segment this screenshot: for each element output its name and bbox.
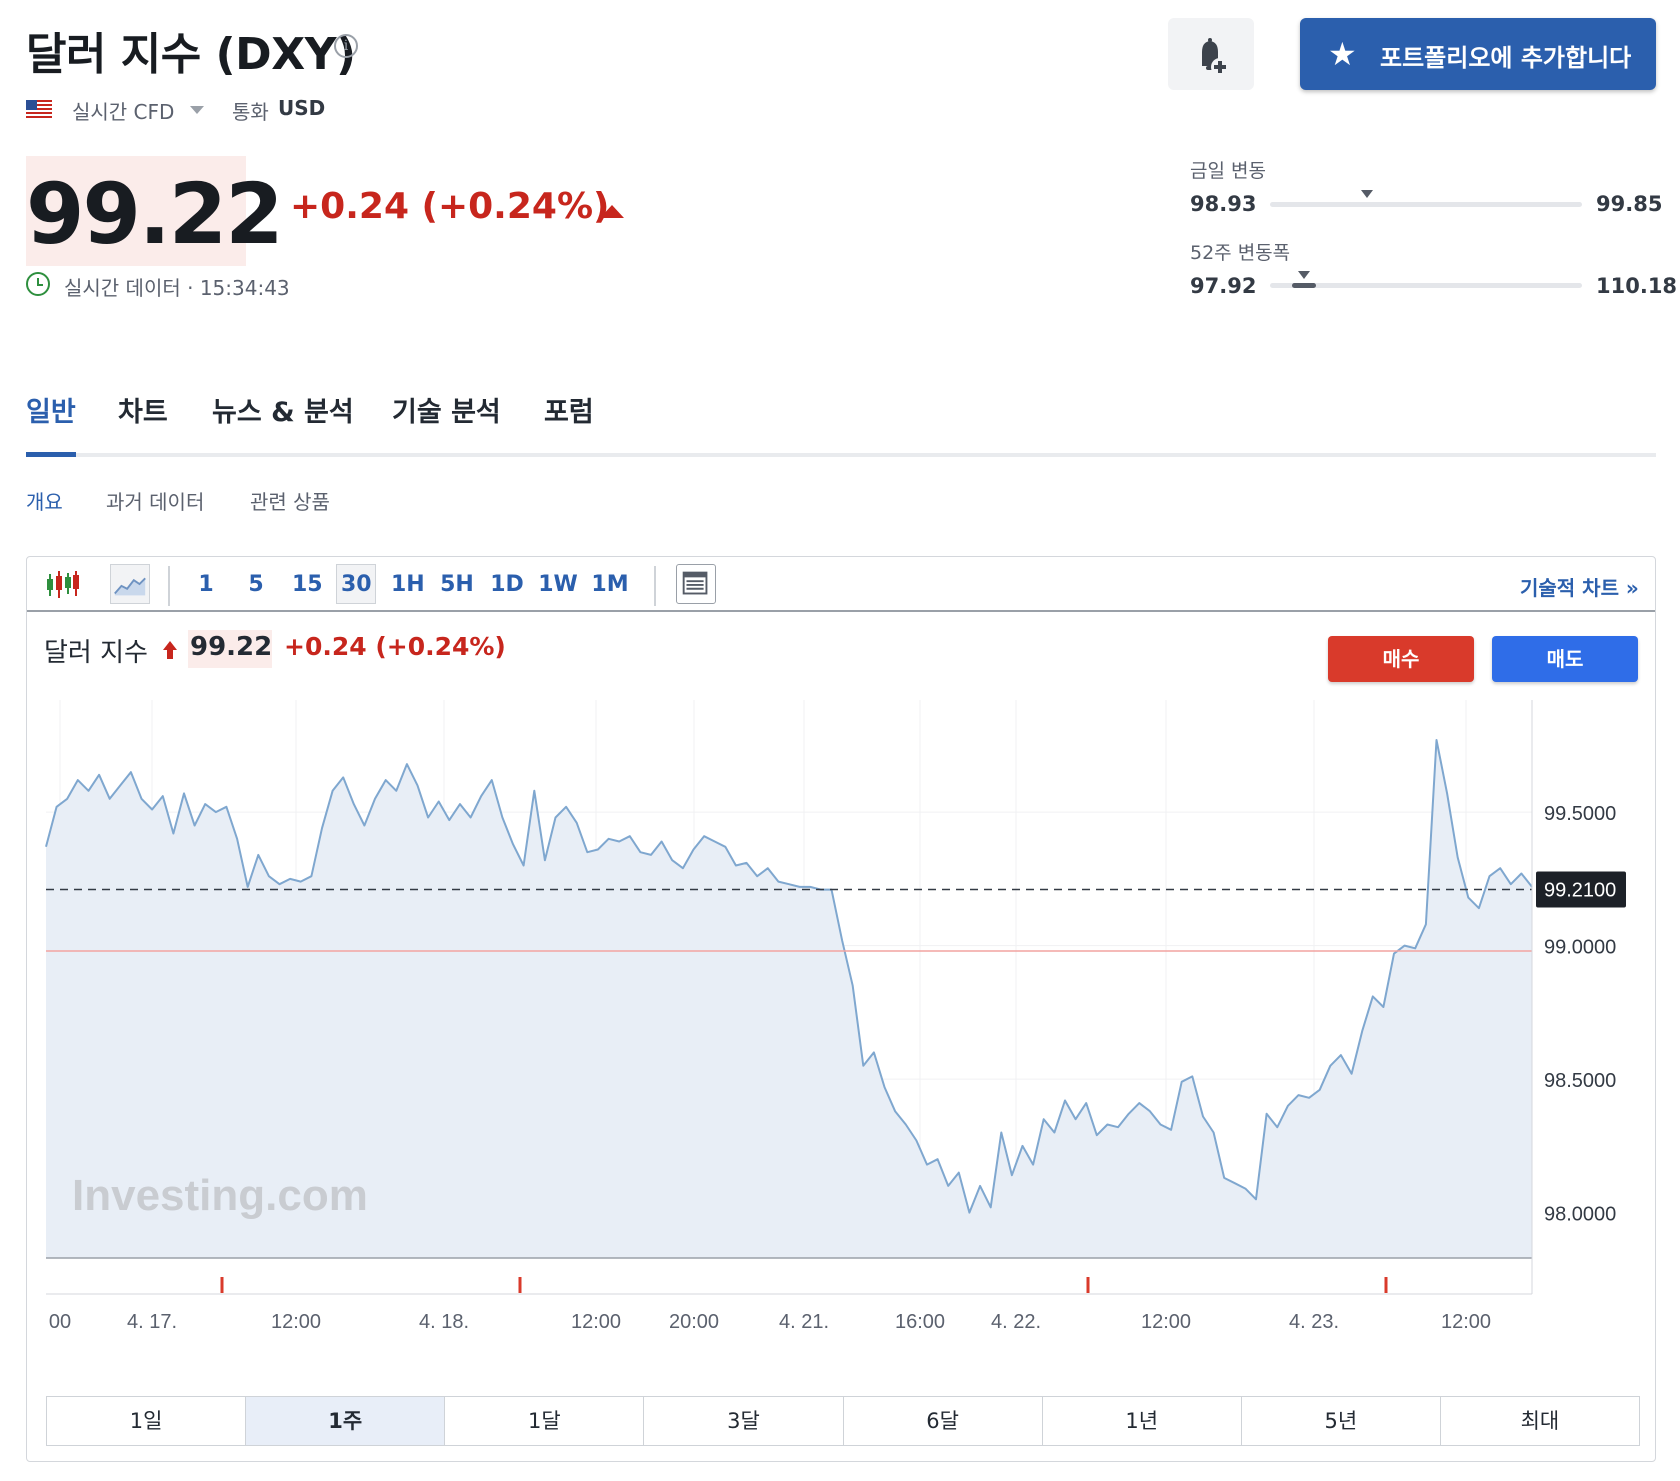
active-tab-indicator xyxy=(26,452,76,457)
toolbar-divider xyxy=(168,566,170,606)
week52-range-marker xyxy=(1298,271,1311,279)
tab-general[interactable]: 일반 xyxy=(26,390,76,429)
period-max[interactable]: 최대 xyxy=(1441,1397,1639,1445)
week52-range-fill xyxy=(1292,283,1317,288)
tab-forum[interactable]: 포럼 xyxy=(544,390,594,429)
tab-news-analysis[interactable]: 뉴스 & 분석 xyxy=(212,390,354,429)
period-selector: 1일 1주 1달 3달 6달 1년 5년 최대 xyxy=(46,1396,1640,1446)
tab-technical-analysis[interactable]: 기술 분석 xyxy=(392,390,501,429)
period-3-months[interactable]: 3달 xyxy=(644,1397,844,1445)
info-icon[interactable]: i xyxy=(334,34,358,58)
clock-icon xyxy=(26,272,50,296)
us-flag-icon xyxy=(26,100,52,118)
subtab-historical-data[interactable]: 과거 데이터 xyxy=(106,486,204,515)
arrow-up-icon xyxy=(163,641,177,659)
tab-chart[interactable]: 차트 xyxy=(118,390,168,429)
sell-button[interactable]: 매도 xyxy=(1492,636,1638,682)
chevron-down-icon[interactable] xyxy=(190,106,204,114)
day-range-high: 99.85 xyxy=(1596,192,1663,216)
day-range-label: 금일 변동 xyxy=(1190,160,1266,182)
period-1-month[interactable]: 1달 xyxy=(445,1397,645,1445)
chart-instrument-name: 달러 지수 xyxy=(44,638,148,668)
timeframe-1d[interactable]: 1D xyxy=(490,572,524,597)
arrow-up-icon xyxy=(600,205,624,218)
timeframe-1h[interactable]: 1H xyxy=(391,572,425,597)
candlestick-icon[interactable] xyxy=(46,568,80,602)
table-layout-icon xyxy=(682,571,708,595)
chart-price: 99.22 xyxy=(190,632,273,662)
price-change: +0.24 (+0.24%) xyxy=(290,186,610,227)
page-title: 달러 지수 (DXY) xyxy=(26,29,356,80)
chart-widget xyxy=(26,556,1656,1462)
period-1-year[interactable]: 1년 xyxy=(1043,1397,1242,1445)
period-1-week[interactable]: 1주 xyxy=(246,1397,446,1445)
timeframe-5[interactable]: 5 xyxy=(246,572,266,597)
timeframe-1w[interactable]: 1W xyxy=(538,572,578,597)
subtab-related-products[interactable]: 관련 상품 xyxy=(250,486,330,515)
period-6-months[interactable]: 6달 xyxy=(844,1397,1043,1445)
period-1-day[interactable]: 1일 xyxy=(47,1397,247,1445)
timeframe-1[interactable]: 1 xyxy=(196,572,216,597)
week52-range-bar xyxy=(1270,283,1582,288)
realtime-timestamp: 실시간 데이터 · 15:34:43 xyxy=(64,276,290,300)
realtime-cfd-selector[interactable]: 실시간 CFD xyxy=(72,96,174,125)
tabs-divider xyxy=(26,453,1656,457)
day-range-low: 98.93 xyxy=(1190,192,1257,216)
buy-button[interactable]: 매수 xyxy=(1328,636,1474,682)
add-to-portfolio-label: 포트폴리오에 추가합니다 xyxy=(1380,44,1632,72)
day-range-bar xyxy=(1270,202,1582,207)
toolbar-divider xyxy=(654,566,656,606)
chart-price-change: +0.24 (+0.24%) xyxy=(284,632,506,661)
currency-value: USD xyxy=(278,96,326,120)
area-chart-icon xyxy=(114,577,146,596)
technical-chart-link[interactable]: 기술적 차트 » xyxy=(1520,572,1639,601)
week52-range-high: 110.18 xyxy=(1596,274,1678,298)
week52-range-label: 52주 변동폭 xyxy=(1190,242,1291,264)
area-chart-button[interactable] xyxy=(110,564,150,604)
add-to-portfolio-button[interactable]: ★ 포트폴리오에 추가합니다 xyxy=(1300,18,1656,90)
timeframe-1m[interactable]: 1M xyxy=(590,572,630,597)
add-alert-button[interactable] xyxy=(1168,18,1254,90)
week52-range-low: 97.92 xyxy=(1190,274,1257,298)
last-price: 99.22 xyxy=(26,165,284,263)
chart-toolbar xyxy=(27,557,1655,612)
subtab-summary[interactable]: 개요 xyxy=(26,486,63,515)
timeframe-5h[interactable]: 5H xyxy=(440,572,474,597)
day-range-marker xyxy=(1360,190,1373,198)
timeframe-30[interactable]: 30 xyxy=(341,572,372,597)
period-5-years[interactable]: 5년 xyxy=(1242,1397,1441,1445)
timeframe-15[interactable]: 15 xyxy=(292,572,323,597)
bell-plus-icon xyxy=(1202,38,1229,76)
layout-button[interactable] xyxy=(676,564,716,604)
star-icon: ★ xyxy=(1328,35,1357,73)
currency-label: 통화 xyxy=(232,100,269,124)
